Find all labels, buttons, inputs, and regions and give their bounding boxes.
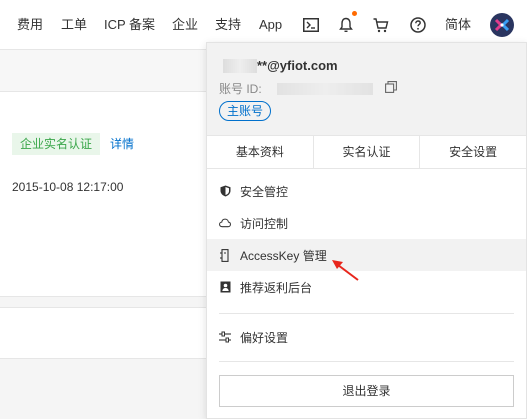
menu-divider <box>219 313 514 314</box>
enterprise-verify-badge: 企业实名认证 <box>12 133 101 155</box>
nav-enterprise[interactable]: 企业 <box>172 17 198 33</box>
key-card-icon <box>219 248 231 262</box>
menu-accesskey-management[interactable]: AccessKey 管理 <box>207 239 526 271</box>
account-id-label: 账号 ID: <box>219 82 262 96</box>
help-icon[interactable] <box>408 15 428 35</box>
menu-security-control-label: 安全管控 <box>240 184 289 199</box>
nav-ticket[interactable]: 工单 <box>61 17 87 33</box>
tab-real-name[interactable]: 实名认证 <box>314 136 421 168</box>
menu-access-control[interactable]: 访问控制 <box>207 207 526 239</box>
notification-dot <box>352 11 357 16</box>
user-dropdown-panel: **@yfiot.com 账号 ID: 主账号 基本资料 实名认证 安全设置 安… <box>206 42 527 419</box>
account-email: **@yfiot.com <box>257 58 338 73</box>
detail-link[interactable]: 详情 <box>110 137 134 151</box>
menu-preferences[interactable]: 偏好设置 <box>207 321 526 353</box>
menu-referral-backend[interactable]: 推荐返利后台 <box>207 271 526 303</box>
nav-support[interactable]: 支持 <box>215 17 241 33</box>
nav-fee[interactable]: 费用 <box>17 17 43 33</box>
menu-referral-label: 推荐返利后台 <box>240 280 313 295</box>
logout-button[interactable]: 退出登录 <box>219 375 514 407</box>
menu-access-control-label: 访问控制 <box>240 216 289 231</box>
tab-basic-info[interactable]: 基本资料 <box>207 136 314 168</box>
account-info-header: **@yfiot.com 账号 ID: 主账号 <box>207 43 526 135</box>
logout-divider <box>219 361 514 362</box>
menu-preferences-label: 偏好设置 <box>240 330 289 345</box>
shield-icon <box>219 185 231 197</box>
nav-icp[interactable]: ICP 备案 <box>104 17 155 33</box>
sliders-icon <box>219 331 231 343</box>
bell-icon[interactable] <box>336 15 356 35</box>
referral-icon <box>219 281 231 293</box>
registration-date: 2015-10-08 12:17:00 <box>12 180 124 194</box>
main-account-tag: 主账号 <box>219 101 272 121</box>
cart-icon[interactable] <box>371 15 391 35</box>
tab-security-settings[interactable]: 安全设置 <box>420 136 526 168</box>
cloud-icon <box>219 217 231 229</box>
copy-icon[interactable] <box>385 81 399 95</box>
nav-app[interactable]: App <box>259 17 282 33</box>
account-tabs: 基本资料 实名认证 安全设置 <box>207 135 526 169</box>
terminal-icon[interactable] <box>301 15 321 35</box>
account-id-redacted-mask <box>277 83 373 95</box>
menu-accesskey-label: AccessKey 管理 <box>240 248 327 263</box>
language-switch[interactable]: 简体 <box>445 17 471 33</box>
user-avatar[interactable] <box>490 13 514 37</box>
email-redacted-mask <box>223 59 257 73</box>
menu-security-control[interactable]: 安全管控 <box>207 175 526 207</box>
annotation-arrow-accesskey <box>332 260 359 281</box>
